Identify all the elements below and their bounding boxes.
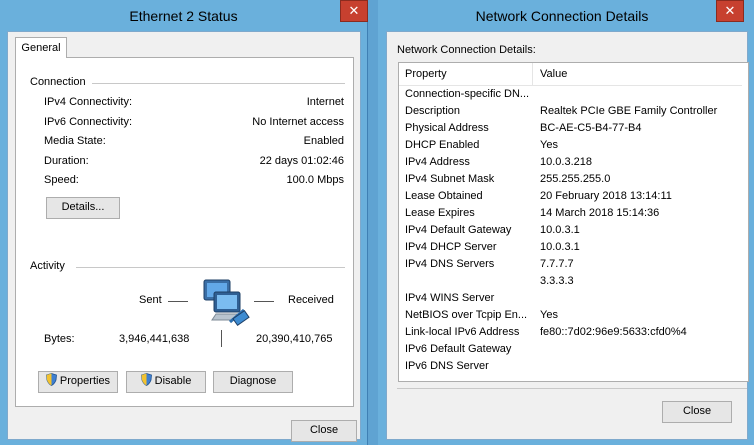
bytes-divider bbox=[221, 330, 222, 347]
list-item[interactable]: Connection-specific DN... bbox=[399, 87, 742, 104]
ipv6-connectivity-value: No Internet access bbox=[252, 116, 344, 128]
uac-shield-icon bbox=[140, 373, 152, 386]
column-header-property[interactable]: Property bbox=[405, 68, 447, 80]
details-close-button[interactable]: Close bbox=[662, 401, 732, 423]
value-cell: 3.3.3.3 bbox=[540, 275, 574, 287]
column-separator[interactable] bbox=[532, 63, 533, 85]
connection-heading: Connection bbox=[30, 76, 86, 88]
media-state-label: Media State: bbox=[44, 135, 106, 147]
bytes-sent-value: 3,946,441,638 bbox=[119, 333, 190, 345]
list-item[interactable]: Link-local IPv6 Address fe80::7d02:96e9:5… bbox=[399, 325, 742, 342]
value-cell: 20 February 2018 13:14:11 bbox=[540, 190, 672, 202]
listview-header: Property Value bbox=[399, 63, 742, 86]
duration-value: 22 days 01:02:46 bbox=[259, 155, 344, 167]
property-cell: IPv4 Default Gateway bbox=[405, 224, 512, 236]
list-item[interactable]: IPv6 Default Gateway bbox=[399, 342, 742, 359]
details-section-label: Network Connection Details: bbox=[397, 44, 536, 56]
media-state-value: Enabled bbox=[303, 135, 344, 147]
received-label: Received bbox=[288, 294, 334, 306]
list-item[interactable]: IPv6 DNS Server bbox=[399, 359, 742, 376]
property-cell: IPv6 DNS Server bbox=[405, 360, 489, 372]
tab-general[interactable]: General bbox=[15, 37, 67, 58]
property-cell: Description bbox=[405, 105, 461, 117]
list-item[interactable]: Description Realtek PCIe GBE Family Contr… bbox=[399, 104, 742, 121]
list-item[interactable]: IPv4 WINS Server bbox=[399, 291, 742, 308]
list-item[interactable]: 3.3.3.3 bbox=[399, 274, 742, 291]
property-cell: IPv4 DHCP Server bbox=[405, 241, 497, 253]
list-item[interactable]: DHCP Enabled Yes bbox=[399, 138, 742, 155]
value-cell: 10.0.3.1 bbox=[540, 241, 580, 253]
property-cell: IPv4 DNS Servers bbox=[405, 258, 495, 270]
close-icon[interactable]: ✕ bbox=[340, 0, 368, 22]
property-cell: IPv4 Address bbox=[405, 156, 470, 168]
disable-label: Disable bbox=[154, 375, 192, 387]
value-cell: Yes bbox=[540, 139, 558, 151]
close-button[interactable]: Close bbox=[291, 420, 357, 442]
property-cell: IPv4 WINS Server bbox=[405, 292, 495, 304]
footer-divider bbox=[397, 388, 747, 389]
general-panel: Connection IPv4 Connectivity: Internet I… bbox=[15, 57, 354, 407]
network-computers-icon bbox=[203, 279, 250, 326]
connection-divider bbox=[92, 83, 345, 84]
property-cell: IPv6 Default Gateway bbox=[405, 343, 512, 355]
status-window-title: Ethernet 2 Status bbox=[129, 8, 238, 24]
value-cell: 10.0.3.218 bbox=[540, 156, 592, 168]
property-cell: Lease Obtained bbox=[405, 190, 483, 202]
list-item[interactable]: IPv4 Default Gateway 10.0.3.1 bbox=[399, 223, 742, 240]
ipv6-connectivity-label: IPv6 Connectivity: bbox=[44, 116, 133, 128]
list-item[interactable]: IPv4 Address 10.0.3.218 bbox=[399, 155, 742, 172]
list-item[interactable]: Physical Address BC-AE-C5-B4-77-B4 bbox=[399, 121, 742, 138]
list-item[interactable]: IPv4 Subnet Mask 255.255.255.0 bbox=[399, 172, 742, 189]
activity-heading: Activity bbox=[30, 260, 65, 272]
properties-label: Properties bbox=[59, 375, 111, 387]
property-cell: IPv4 Subnet Mask bbox=[405, 173, 495, 185]
property-cell: NetBIOS over Tcpip En... bbox=[405, 309, 528, 321]
list-item[interactable]: IPv4 DHCP Server 10.0.3.1 bbox=[399, 240, 742, 257]
received-line bbox=[254, 301, 274, 302]
uac-shield-icon bbox=[45, 373, 57, 386]
property-cell: DHCP Enabled bbox=[405, 139, 480, 151]
bytes-received-value: 20,390,410,765 bbox=[256, 333, 333, 345]
speed-label: Speed: bbox=[44, 174, 79, 186]
status-dialog-body: General Connection IPv4 Connectivity: In… bbox=[7, 31, 361, 442]
properties-button[interactable]: Properties bbox=[38, 371, 118, 393]
value-cell: Realtek PCIe GBE Family Controller bbox=[540, 105, 718, 117]
sent-line bbox=[168, 301, 188, 302]
list-item[interactable]: Lease Obtained 20 February 2018 13:14:11 bbox=[399, 189, 742, 206]
value-cell: fe80::7d02:96e9:5633:cfd0%4 bbox=[540, 326, 687, 338]
network-details-window: Network Connection Details ✕ Network Con… bbox=[378, 0, 754, 445]
value-cell: 14 March 2018 15:14:36 bbox=[540, 207, 660, 219]
value-cell: 7.7.7.7 bbox=[540, 258, 574, 270]
details-listview[interactable]: Property Value Connection-specific DN...… bbox=[398, 62, 749, 382]
value-cell: BC-AE-C5-B4-77-B4 bbox=[540, 122, 642, 134]
list-item[interactable]: IPv4 DNS Servers 7.7.7.7 bbox=[399, 257, 742, 274]
details-button[interactable]: Details... bbox=[46, 197, 120, 219]
ipv4-connectivity-label: IPv4 Connectivity: bbox=[44, 96, 133, 108]
list-item[interactable]: NetBIOS over Tcpip En... Yes bbox=[399, 308, 742, 325]
details-window-title: Network Connection Details bbox=[475, 8, 649, 24]
sent-label: Sent bbox=[139, 294, 162, 306]
details-dialog-body: Network Connection Details: Property Val… bbox=[386, 31, 749, 440]
property-cell: Link-local IPv6 Address bbox=[405, 326, 520, 338]
close-icon[interactable]: ✕ bbox=[716, 0, 744, 22]
status-titlebar[interactable]: Ethernet 2 Status ✕ bbox=[0, 0, 368, 30]
list-item[interactable]: Lease Expires 14 March 2018 15:14:36 bbox=[399, 206, 742, 223]
property-cell: Connection-specific DN... bbox=[405, 88, 530, 100]
property-cell: Physical Address bbox=[405, 122, 489, 134]
property-cell: Lease Expires bbox=[405, 207, 475, 219]
value-cell: 10.0.3.1 bbox=[540, 224, 580, 236]
ipv4-connectivity-value: Internet bbox=[306, 96, 344, 108]
bytes-label: Bytes: bbox=[44, 333, 75, 345]
activity-divider bbox=[76, 267, 345, 268]
value-cell: Yes bbox=[540, 309, 558, 321]
speed-value: 100.0 Mbps bbox=[286, 174, 344, 186]
value-cell: 255.255.255.0 bbox=[540, 173, 611, 185]
ethernet-status-window: Ethernet 2 Status ✕ General Connection I… bbox=[0, 0, 368, 445]
duration-label: Duration: bbox=[44, 155, 89, 167]
column-header-value[interactable]: Value bbox=[540, 68, 567, 80]
disable-button[interactable]: Disable bbox=[126, 371, 206, 393]
diagnose-button[interactable]: Diagnose bbox=[213, 371, 293, 393]
